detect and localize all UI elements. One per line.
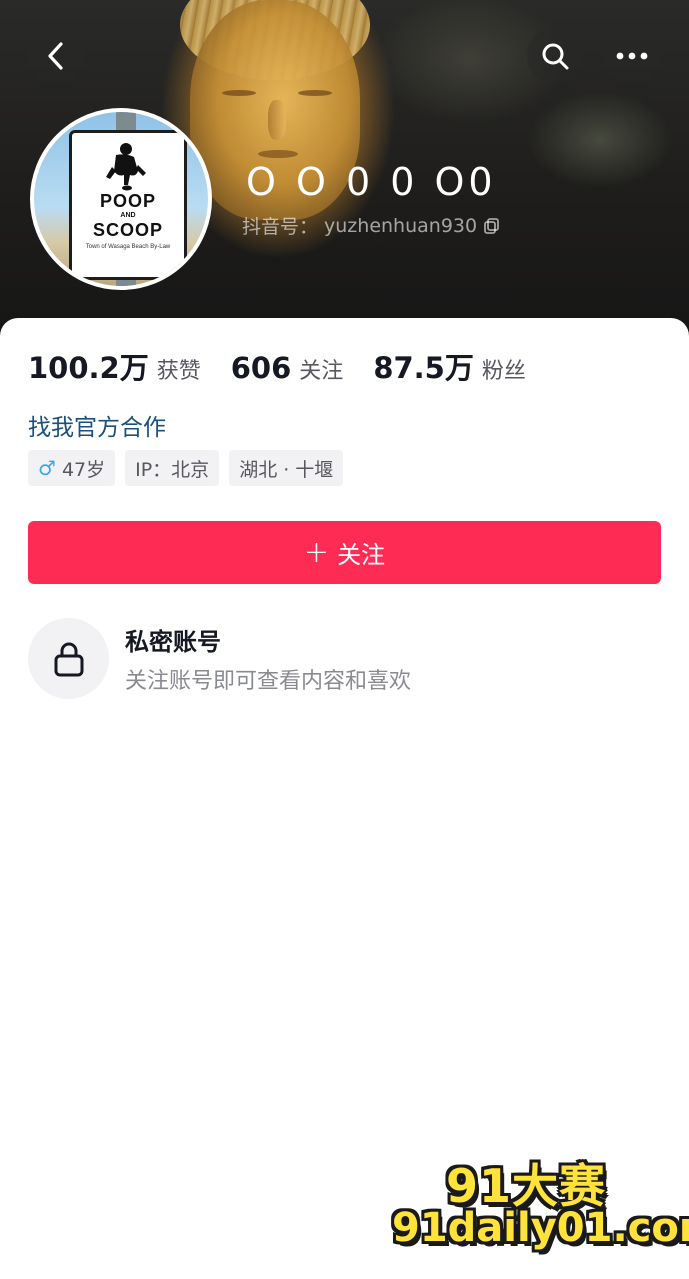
profile-handle[interactable]: 抖音号： yuzhenhuan930 bbox=[242, 212, 501, 239]
tag-age-text: 47岁 bbox=[61, 458, 106, 481]
lock-icon bbox=[54, 642, 83, 676]
tag-ip-text: IP：北京 bbox=[135, 458, 210, 481]
avatar-sign-text: POOP bbox=[99, 191, 156, 211]
follow-button[interactable]: + 关注 bbox=[28, 521, 661, 584]
tag-location-text: 湖北 · 十堰 bbox=[239, 458, 334, 481]
private-account-title: 私密账号 bbox=[125, 628, 221, 656]
avatar[interactable]: POOP AND SCOOP Town of Wasaga Beach By-L… bbox=[30, 108, 212, 290]
banner-statue-eye bbox=[298, 90, 332, 96]
back-button[interactable] bbox=[28, 28, 84, 84]
profile-username: O O 0 0 O0 bbox=[246, 160, 497, 204]
stats-row: 100.2万 获赞 606 关注 87.5万 粉丝 bbox=[28, 345, 556, 387]
handle-value: yuzhenhuan930 bbox=[324, 214, 478, 237]
stat-likes-value[interactable]: 100.2万 bbox=[28, 345, 149, 387]
banner-statue-nose bbox=[268, 100, 286, 140]
avatar-sign-text: AND bbox=[120, 212, 136, 219]
search-button[interactable] bbox=[527, 28, 583, 84]
copy-icon[interactable] bbox=[483, 217, 501, 235]
watermark-url: 91daily01.com bbox=[392, 1205, 689, 1251]
stat-following-value[interactable]: 606 bbox=[231, 351, 292, 385]
crouching-dog-icon bbox=[106, 143, 146, 191]
more-dots-icon bbox=[616, 52, 648, 60]
search-icon bbox=[542, 43, 569, 70]
more-button[interactable] bbox=[604, 28, 660, 84]
banner-statue-eye bbox=[222, 90, 256, 96]
private-account-notice: 私密账号 关注账号即可查看内容和喜欢 bbox=[28, 618, 411, 699]
avatar-sign-text: Town of Wasaga Beach By-Law bbox=[85, 244, 171, 250]
stat-followers-label: 粉丝 bbox=[481, 359, 526, 384]
avatar-sign-text: SCOOP bbox=[92, 220, 163, 240]
male-icon: ♂ bbox=[38, 456, 56, 480]
stat-likes-label: 获赞 bbox=[156, 359, 201, 384]
lock-icon-container bbox=[28, 618, 109, 699]
stat-followers-value[interactable]: 87.5万 bbox=[373, 345, 474, 387]
private-account-subtitle: 关注账号即可查看内容和喜欢 bbox=[125, 669, 412, 694]
business-cooperation-link[interactable]: 找我官方合作 bbox=[28, 408, 166, 442]
private-account-text: 私密账号 关注账号即可查看内容和喜欢 bbox=[125, 622, 411, 695]
profile-tags: ♂ 47岁 IP：北京 湖北 · 十堰 bbox=[28, 450, 344, 486]
follow-button-label: 关注 bbox=[337, 541, 386, 569]
tag-location: 湖北 · 十堰 bbox=[229, 450, 344, 486]
handle-label: 抖音号： bbox=[242, 216, 319, 238]
stat-following-label: 关注 bbox=[299, 359, 344, 384]
plus-icon: + bbox=[303, 534, 330, 570]
banner-statue-mouth bbox=[258, 150, 298, 158]
avatar-sign: POOP AND SCOOP Town of Wasaga Beach By-L… bbox=[69, 130, 187, 280]
chevron-left-icon bbox=[48, 42, 63, 70]
tag-ip: IP：北京 bbox=[125, 450, 220, 486]
tag-gender-age: ♂ 47岁 bbox=[28, 450, 116, 486]
